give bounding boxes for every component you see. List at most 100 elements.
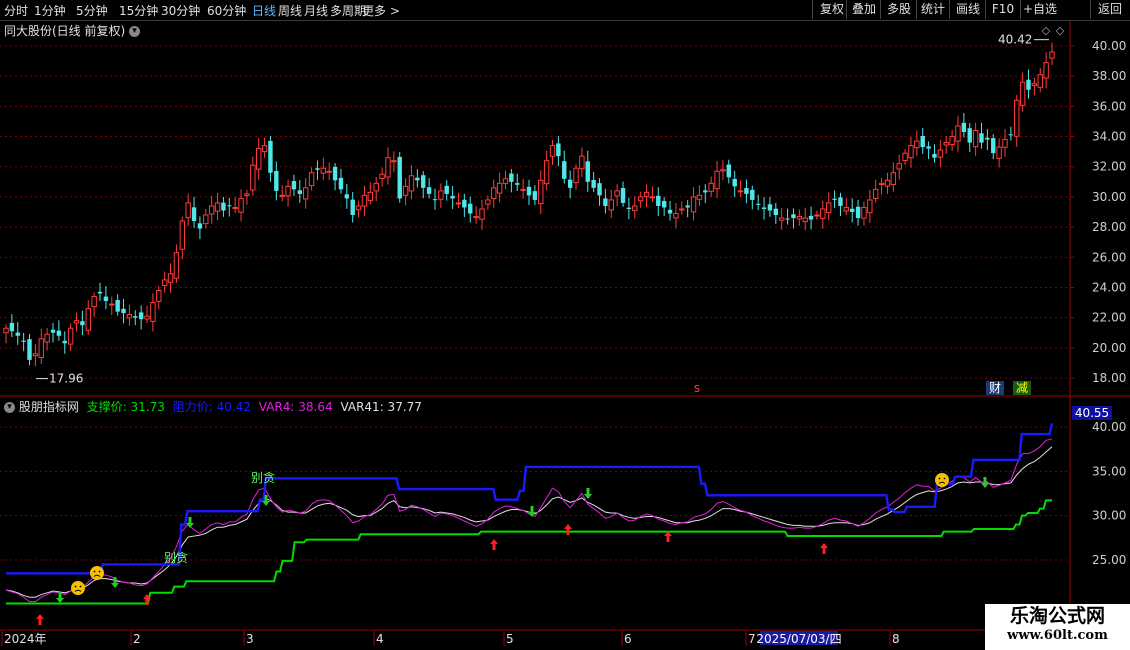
candle-body	[649, 196, 656, 199]
candle-body	[614, 190, 620, 197]
finance-badge-text: 财	[989, 381, 1001, 395]
candle-body	[802, 217, 808, 223]
candle-body	[126, 314, 133, 319]
chevron-down-icon[interactable]: ▾	[129, 26, 141, 37]
price-tick-label: 38.00	[1092, 69, 1126, 83]
candle-body	[326, 170, 332, 173]
candle-body	[626, 207, 632, 209]
candle-body	[778, 217, 785, 221]
candle-body	[473, 216, 479, 219]
candle-body	[491, 187, 497, 200]
support-price-label: 支撑价: 31.73	[86, 400, 165, 414]
candle-body	[297, 190, 303, 194]
candle-body	[468, 203, 473, 214]
candle-body	[279, 194, 285, 197]
up-arrow-icon	[564, 524, 572, 535]
candle-body	[996, 146, 1002, 159]
candle-body	[415, 177, 420, 181]
candle-body	[878, 182, 885, 186]
candle-body	[485, 199, 491, 205]
candle-body	[244, 193, 250, 197]
candle-body	[285, 185, 291, 197]
candle-body	[632, 205, 638, 212]
candle-body	[91, 296, 97, 308]
candle-body	[673, 213, 679, 219]
candle-body	[791, 214, 796, 219]
time-axis-label: 3	[246, 632, 254, 646]
candle-body	[173, 252, 180, 279]
candle-body	[38, 338, 44, 359]
candle-body	[979, 133, 984, 143]
candle-body	[373, 182, 379, 192]
reduce-badge-text: 减	[1016, 381, 1028, 395]
candle-body	[696, 194, 703, 200]
candle-body	[214, 202, 221, 212]
candle-body	[115, 299, 120, 312]
candle-body	[432, 199, 438, 201]
candle-body	[397, 156, 402, 199]
candle-body	[855, 206, 861, 219]
candle-body	[167, 273, 174, 283]
candle-body	[232, 206, 238, 209]
max-price-annotation: 40.42	[998, 33, 1032, 47]
candle-body	[27, 339, 32, 360]
candle-body	[520, 188, 526, 191]
candle-body	[479, 208, 485, 220]
price-tick-label: 40.00	[1092, 39, 1126, 53]
candle-body	[450, 195, 455, 199]
candle-body	[943, 142, 949, 146]
candle-body	[302, 187, 309, 200]
candle-body	[208, 205, 215, 215]
candle-body	[455, 202, 462, 205]
candle-body	[156, 289, 162, 302]
candle-body	[932, 153, 937, 158]
candle-body	[67, 327, 74, 345]
candle-body	[902, 152, 908, 162]
candle-body	[714, 170, 720, 190]
candle-body	[796, 216, 803, 220]
series-VAR4	[5, 438, 1053, 603]
candle-body	[579, 155, 585, 170]
candle-body	[890, 172, 897, 185]
candle-body	[261, 145, 268, 153]
candle-body	[121, 308, 126, 314]
up-arrow-icon	[664, 531, 672, 542]
sad-face-icon	[935, 473, 949, 487]
candle-body	[73, 320, 80, 324]
indicator-tick-label: 35.00	[1092, 464, 1126, 478]
candle-body	[549, 145, 556, 157]
candle-body	[315, 168, 320, 170]
indicator-tick-label: 30.00	[1092, 509, 1126, 523]
candle-body	[138, 312, 144, 320]
candle-body	[103, 296, 109, 302]
candle-body	[150, 302, 156, 322]
candle-body	[161, 279, 168, 287]
candle-body	[268, 140, 273, 173]
main-chart-title[interactable]: 同大股份(日线 前复权) ▾	[4, 22, 141, 39]
candle-body	[62, 340, 67, 344]
candle-body	[785, 218, 790, 220]
candle-body	[350, 199, 355, 216]
diamond-icon: ◇	[1042, 24, 1051, 37]
candle-body	[656, 195, 661, 206]
candle-body	[9, 322, 15, 332]
candle-body	[255, 148, 262, 170]
indicator-title-bar: ▾ 股朋指标网 支撑价: 31.73 阻力价: 40.42 VAR4: 38.6…	[4, 398, 422, 415]
series-阻力价	[6, 423, 1054, 575]
warning-note-1: 别贪	[164, 550, 188, 565]
watermark: 乐淘公式网 www.60lt.com	[985, 604, 1130, 650]
candle-body	[1026, 79, 1031, 90]
candle-body	[402, 185, 409, 196]
indicator-name[interactable]: 股朋指标网	[19, 400, 79, 414]
crosshair-date: 2025/07/03/四	[756, 632, 841, 646]
price-tick-label: 26.00	[1092, 250, 1126, 264]
chevron-down-icon[interactable]: ▾	[4, 402, 15, 413]
candle-body	[667, 209, 673, 214]
candle-body	[773, 208, 779, 216]
candle-body	[867, 199, 873, 214]
candle-body	[755, 203, 761, 205]
candle-body	[1037, 74, 1043, 88]
sad-face-icon	[90, 566, 104, 580]
candle-body	[85, 308, 91, 331]
candle-body	[820, 208, 826, 219]
